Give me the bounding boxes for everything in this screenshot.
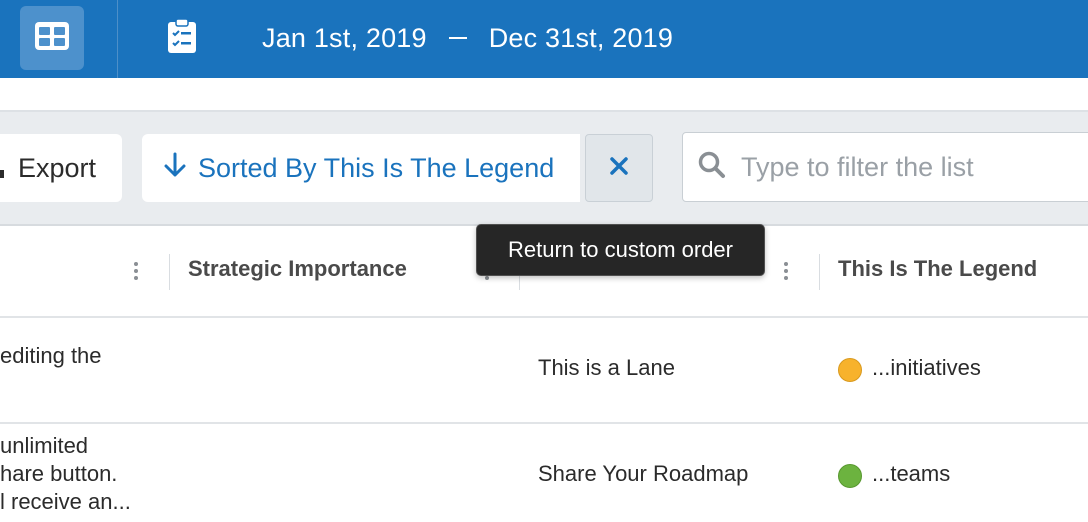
export-label: Export (17, 152, 96, 183)
filter-input[interactable] (739, 150, 1073, 184)
row-description: unlimited (0, 433, 89, 458)
subheader-strip (0, 78, 1088, 112)
row-lane: Share Your Roadmap (538, 461, 749, 486)
legend-color-dot (838, 464, 862, 488)
table-row[interactable]: editing the This is a Lane ...initiative… (0, 318, 1088, 424)
date-range-separator (448, 37, 467, 39)
sort-button[interactable]: Sorted By This Is The Legend (142, 134, 580, 202)
toolbar-divider (117, 0, 118, 78)
table-view-icon (34, 21, 70, 56)
date-range[interactable]: Jan 1st, 2019 Dec 31st, 2019 (262, 18, 673, 58)
column-separator[interactable] (819, 254, 820, 290)
close-icon (610, 156, 628, 180)
column-separator[interactable] (169, 254, 170, 290)
row-description: hare button. (0, 461, 118, 486)
sort-label: Sorted By This Is The Legend (198, 152, 555, 183)
end-date[interactable]: Dec 31st, 2019 (489, 23, 673, 54)
row-legend: ...initiatives (872, 355, 981, 380)
column-header-legend[interactable]: This Is The Legend (838, 256, 1037, 282)
legend-color-dot (838, 358, 862, 382)
row-lane: This is a Lane (538, 355, 675, 380)
list-toolbar: Export Sorted By This Is The Legend (0, 112, 1088, 226)
search-icon (697, 150, 727, 185)
table-row[interactable]: unlimited hare button. l receive an... S… (0, 424, 1088, 522)
export-icon (0, 170, 4, 178)
column-menu-icon[interactable] (783, 262, 789, 284)
table-view-button[interactable] (20, 6, 84, 70)
return-to-custom-order-tooltip: Return to custom order (476, 224, 765, 276)
column-menu-icon[interactable] (133, 262, 139, 284)
arrow-down-icon (164, 152, 186, 185)
top-bar: Jan 1st, 2019 Dec 31st, 2019 (0, 0, 1088, 78)
row-description: l receive an... (0, 489, 131, 514)
clipboard-list-icon (167, 17, 197, 59)
row-description: editing the (0, 343, 102, 368)
filter-search-box[interactable] (682, 132, 1088, 202)
export-button[interactable]: Export (0, 134, 122, 202)
clipboard-view-button[interactable] (160, 16, 204, 60)
column-header-strategic-importance[interactable]: Strategic Importance (188, 256, 407, 282)
start-date[interactable]: Jan 1st, 2019 (262, 23, 427, 54)
row-legend: ...teams (872, 461, 951, 486)
clear-sort-button[interactable] (585, 134, 653, 202)
